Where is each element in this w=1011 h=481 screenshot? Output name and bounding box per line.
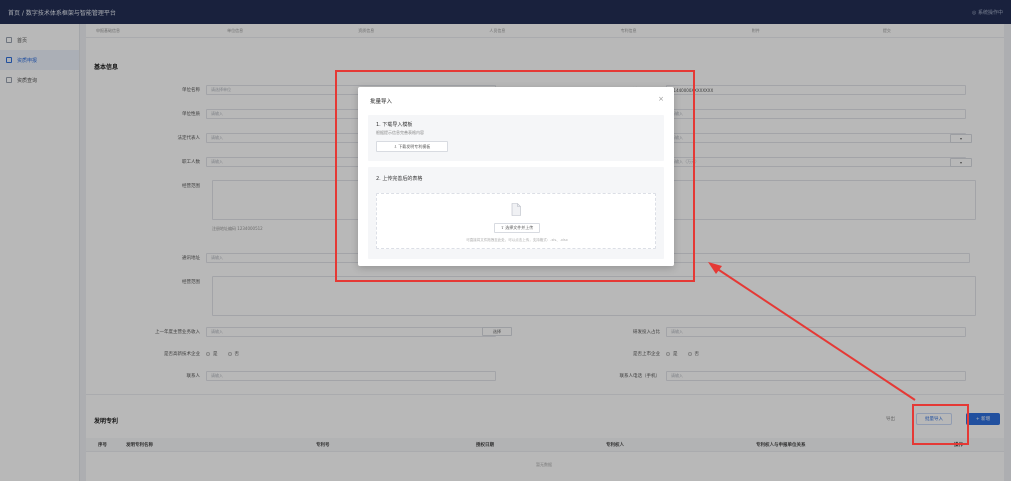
highlight-import-button: [912, 404, 969, 445]
highlight-dialog-box: [335, 70, 695, 282]
